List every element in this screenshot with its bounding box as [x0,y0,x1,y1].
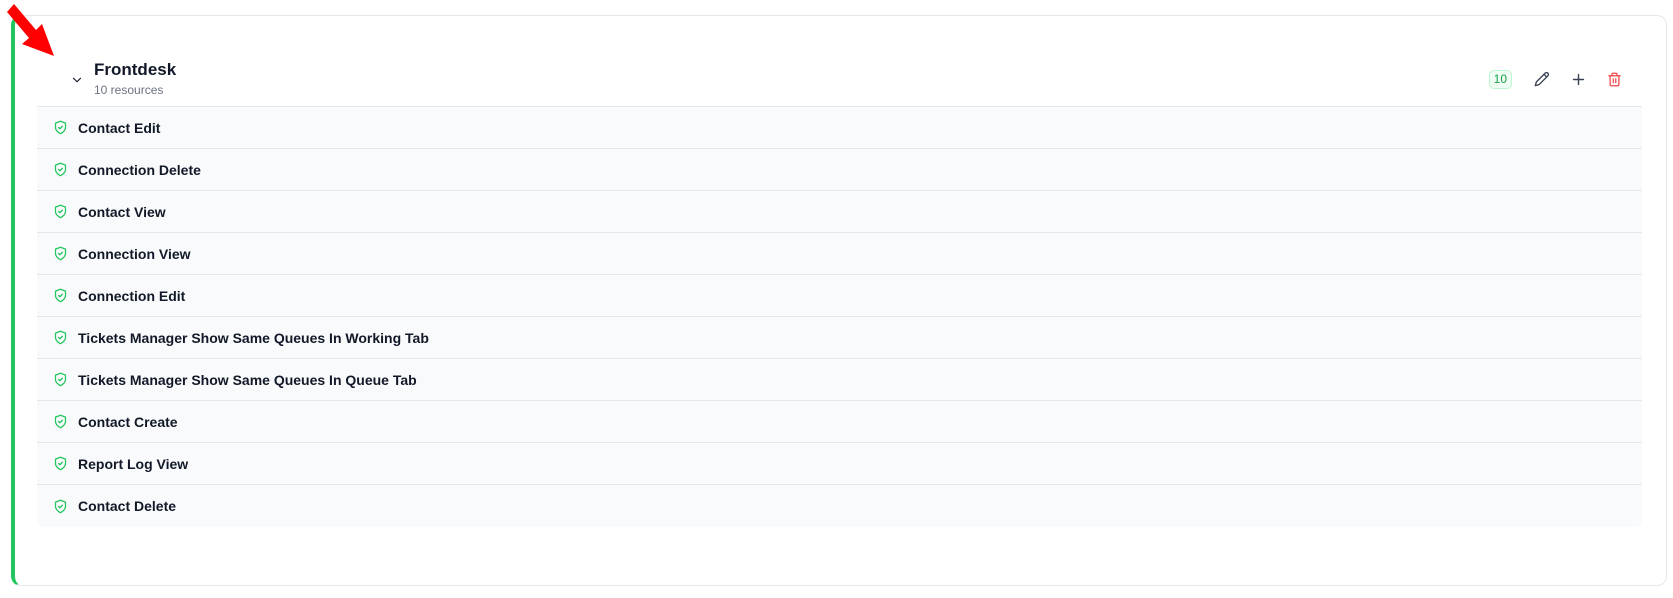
group-title-block: Frontdesk 10 resources [94,59,176,98]
chevron-down-icon[interactable] [67,70,87,90]
shield-check-icon [52,120,68,136]
shield-check-icon [52,162,68,178]
resource-label: Contact Delete [78,498,177,514]
permission-group-card: Frontdesk 10 resources 10 Contact Edit C… [11,15,1667,586]
pencil-icon [1534,71,1550,87]
group-title: Frontdesk [94,60,177,79]
resource-label: Report Log View [78,455,189,472]
shield-check-icon [52,456,68,472]
resource-label: Contact View [78,203,166,220]
resource-label: Tickets Manager Show Same Queues In Work… [78,329,429,346]
group-header: Frontdesk 10 resources 10 [15,16,1666,113]
resource-row[interactable]: Contact Delete [37,485,1642,527]
delete-group-button[interactable] [1600,65,1628,93]
shield-check-icon [52,414,68,430]
shield-check-icon [52,288,68,304]
resource-label: Contact Edit [78,119,161,136]
count-badge: 10 [1488,69,1512,89]
resource-row[interactable]: Contact Create [37,401,1642,443]
resource-label: Tickets Manager Show Same Queues In Queu… [78,371,417,388]
plus-icon [1572,73,1584,85]
shield-check-icon [52,330,68,346]
resource-row[interactable]: Contact Edit [37,107,1642,149]
resource-list: Contact Edit Connection Delete Contact V… [37,106,1642,527]
resource-row[interactable]: Connection Edit [37,275,1642,317]
resource-label: Connection View [78,245,191,262]
resource-row[interactable]: Tickets Manager Show Same Queues In Work… [37,317,1642,359]
resource-label: Connection Edit [78,287,186,304]
resource-label: Connection Delete [78,161,201,178]
shield-check-icon [52,372,68,388]
group-resource-count: 10 resources [94,83,164,97]
shield-check-icon [52,204,68,220]
resource-row[interactable]: Report Log View [37,443,1642,485]
shield-check-icon [52,246,68,262]
edit-group-button[interactable] [1528,65,1556,93]
trash-icon [1607,72,1621,86]
resource-row[interactable]: Tickets Manager Show Same Queues In Queu… [37,359,1642,401]
resource-label: Contact Create [78,413,178,430]
shield-check-icon [52,498,68,514]
resource-row[interactable]: Contact View [37,191,1642,233]
resource-row[interactable]: Connection View [37,233,1642,275]
add-resource-button[interactable] [1564,65,1592,93]
group-actions: 10 [1488,65,1628,93]
resource-row[interactable]: Connection Delete [37,149,1642,191]
